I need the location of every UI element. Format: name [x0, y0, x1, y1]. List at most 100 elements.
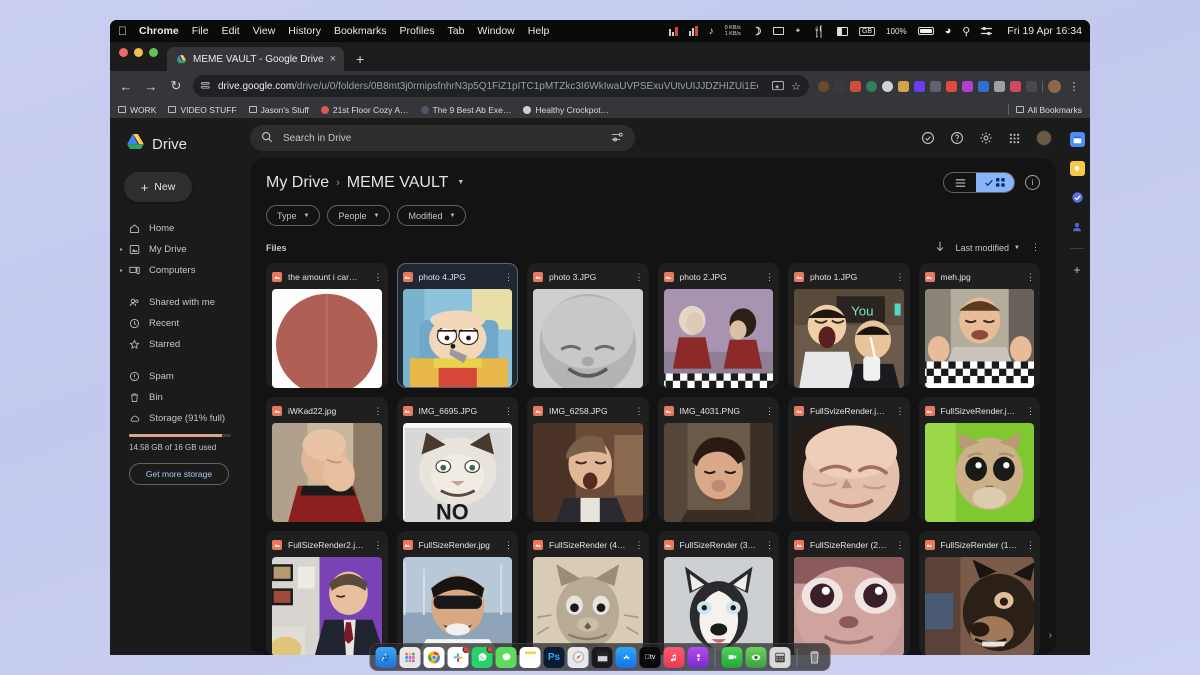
apple-menu-icon[interactable]:  [118, 25, 127, 37]
bookmark-star-icon[interactable]: ☆ [791, 80, 801, 93]
more-options-icon[interactable]: ⋮ [635, 408, 643, 414]
activity-icon[interactable] [920, 131, 935, 146]
more-options-icon[interactable]: ⋮ [896, 408, 904, 414]
file-thumbnail[interactable] [272, 557, 382, 655]
file-thumbnail[interactable] [533, 423, 643, 522]
file-thumbnail[interactable] [272, 423, 382, 522]
extension-icon-5[interactable] [882, 81, 893, 92]
menu-edit[interactable]: Edit [222, 25, 240, 37]
sidebar-item-shared-with-me[interactable]: Shared with me [110, 292, 250, 313]
network-speed-icon[interactable]: 0 KB/s 1 KB/s [725, 25, 741, 37]
search-icon[interactable]: ⚲ [962, 25, 970, 38]
filter-chip-people[interactable]: People ▼ [327, 205, 390, 226]
more-options-icon[interactable]: ⋮ [635, 274, 643, 280]
extension-icon-11[interactable] [978, 81, 989, 92]
google-keep-icon[interactable] [1070, 161, 1085, 176]
file-card[interactable]: FullSizeRender2.j… ⋮ [266, 531, 388, 655]
sidebar-item-home[interactable]: Home [110, 218, 250, 239]
more-options-icon[interactable]: ⋮ [1026, 408, 1034, 414]
file-card[interactable]: FullSizveRender.j… ⋮ [919, 397, 1041, 522]
display-icon[interactable] [773, 27, 784, 35]
chevron-right-icon[interactable]: ▸ [120, 267, 123, 274]
apps-grid-icon[interactable] [1007, 131, 1022, 146]
extension-icon-12[interactable] [994, 81, 1005, 92]
file-thumbnail[interactable] [794, 423, 904, 522]
more-options-icon[interactable]: ⋮ [374, 542, 382, 548]
more-options-icon[interactable]: ⋮ [1026, 542, 1034, 548]
more-options-icon[interactable]: ⋮ [374, 408, 382, 414]
file-card[interactable]: FullSizeRender.jpg ⋮ [397, 531, 519, 655]
file-thumbnail[interactable] [272, 289, 382, 388]
search-input[interactable]: Search in Drive [250, 125, 635, 151]
chevron-down-icon[interactable]: ▼ [457, 179, 464, 186]
more-options-icon[interactable]: ⋮ [765, 408, 773, 414]
file-card[interactable]: photo 4.JPG ⋮ [397, 263, 519, 388]
more-options-icon[interactable]: ⋮ [1026, 274, 1034, 280]
file-card[interactable]: FullSizeRender (4… ⋮ [527, 531, 649, 655]
more-options-icon[interactable]: ⋮ [504, 408, 512, 414]
menu-chrome[interactable]: Chrome [139, 25, 179, 37]
file-thumbnail[interactable] [664, 289, 774, 388]
file-thumbnail[interactable] [403, 289, 513, 387]
chevron-right-icon[interactable]: ▸ [120, 246, 123, 253]
menu-file[interactable]: File [192, 25, 209, 37]
close-icon[interactable]: × [330, 53, 336, 65]
sidebar-item-bin[interactable]: Bin [110, 387, 250, 408]
close-window-button[interactable] [119, 48, 128, 57]
fork-knife-icon[interactable]: 🍴 [812, 25, 826, 38]
cast-icon[interactable] [772, 81, 784, 91]
menu-profiles[interactable]: Profiles [399, 25, 434, 37]
sidebar-icon[interactable] [837, 27, 848, 36]
file-thumbnail[interactable] [403, 557, 513, 655]
extension-icon-e[interactable] [962, 81, 973, 92]
eyedropper-extension-icon[interactable] [834, 81, 845, 92]
more-options-icon[interactable]: ⋮ [765, 274, 773, 280]
breadcrumb-current[interactable]: MEME VAULT [347, 174, 449, 192]
file-card[interactable]: FullSvizeRender.j… ⋮ [788, 397, 910, 522]
wifi-icon[interactable]: ◕ [945, 25, 952, 37]
dock-item-finder[interactable] [376, 647, 397, 668]
dock-item-photoshop[interactable]: Ps [544, 647, 565, 668]
dock-item-music[interactable] [664, 647, 685, 668]
sidebar-item-storage[interactable]: Storage (91% full) [110, 408, 250, 429]
sidebar-item-spam[interactable]: Spam [110, 366, 250, 387]
dock-item-app-store[interactable] [616, 647, 637, 668]
extension-icon-9[interactable] [946, 81, 957, 92]
maximize-window-button[interactable] [149, 48, 158, 57]
menu-help[interactable]: Help [528, 25, 550, 37]
more-options-icon[interactable]: ⋮ [504, 542, 512, 548]
file-thumbnail[interactable] [794, 557, 904, 655]
file-thumbnail[interactable] [925, 289, 1035, 388]
file-card[interactable]: iWKad22.jpg ⋮ [266, 397, 388, 522]
file-card[interactable]: IMG_6258.JPG ⋮ [527, 397, 649, 522]
drive-logo[interactable]: Drive [110, 132, 250, 156]
dock-item-final-cut-pro[interactable] [592, 647, 613, 668]
arrow-down-icon[interactable] [935, 241, 945, 254]
more-options-icon[interactable]: ⋮ [765, 542, 773, 548]
file-card[interactable]: the amount i car… ⋮ [266, 263, 388, 388]
file-card[interactable]: photo 1.JPG ⋮ You [788, 263, 910, 388]
bookmark-21st-floor[interactable]: 21st Floor Cozy A… [321, 105, 409, 115]
battery-icon[interactable] [918, 27, 934, 35]
list-view-button[interactable] [944, 173, 976, 192]
dock-item-safari[interactable] [568, 647, 589, 668]
minimize-window-button[interactable] [134, 48, 143, 57]
filter-chip-modified[interactable]: Modified ▼ [397, 205, 466, 226]
bookmark-work[interactable]: WORK [118, 105, 156, 115]
sort-dropdown[interactable]: Last modified ▼ [956, 243, 1020, 253]
dock-item-preview[interactable] [746, 647, 767, 668]
more-options-icon[interactable]: ⋮ [374, 274, 382, 280]
binoculars-icon[interactable]: ☽ [752, 25, 762, 38]
bookmark-healthy-crockpot[interactable]: Healthy Crockpot… [523, 105, 609, 115]
file-card[interactable]: photo 2.JPG ⋮ [658, 263, 780, 388]
file-card[interactable]: photo 3.JPG ⋮ [527, 263, 649, 388]
file-thumbnail[interactable] [533, 557, 643, 655]
all-bookmarks-button[interactable]: All Bookmarks [1016, 105, 1082, 115]
help-icon[interactable] [949, 131, 964, 146]
bookmark-ab-exercises[interactable]: The 9 Best Ab Exe… [421, 105, 512, 115]
dock-item-apple-tv[interactable]: tv [640, 647, 661, 668]
more-options-icon[interactable]: ⋮ [896, 274, 904, 280]
dock-item-calculator[interactable] [770, 647, 791, 668]
dock-item-messages[interactable] [496, 647, 517, 668]
address-bar[interactable]: drive.google.com/drive/u/0/folders/0B8mt… [193, 75, 809, 97]
